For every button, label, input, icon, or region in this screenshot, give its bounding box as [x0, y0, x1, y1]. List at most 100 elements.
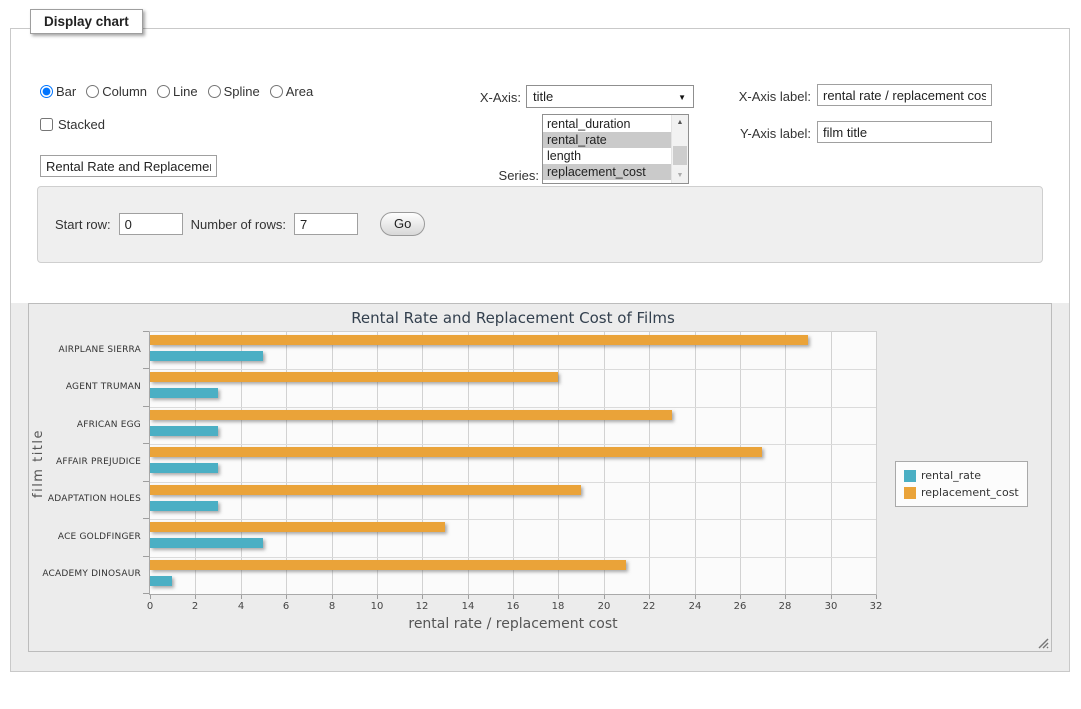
bar-replacement_cost — [150, 522, 445, 532]
category-label: ACE GOLDFINGER — [29, 532, 141, 542]
line-radio[interactable] — [157, 85, 170, 98]
stacked-option[interactable]: Stacked — [40, 117, 105, 132]
series-option-rental_rate[interactable]: rental_rate — [543, 132, 671, 148]
x-axis-tick-label: 8 — [319, 601, 345, 612]
gridline — [150, 407, 876, 408]
series-scrollbar[interactable]: ▲ ▼ — [671, 115, 688, 183]
x-axis-selected-value: title — [533, 89, 553, 104]
gridline — [150, 444, 876, 445]
x-axis-select[interactable]: title ▼ — [526, 85, 694, 108]
series-option-rental_duration[interactable]: rental_duration — [543, 116, 671, 132]
x-axis-tick — [876, 595, 877, 599]
resize-handle-icon[interactable] — [1036, 636, 1049, 649]
x-axis-tick — [604, 595, 605, 599]
x-axis-tick-label: 18 — [545, 601, 571, 612]
x-axis-tick — [241, 595, 242, 599]
y-axis-tick — [143, 331, 149, 332]
series-options: rental_durationrental_ratelengthreplacem… — [543, 116, 671, 180]
num-rows-label: Number of rows: — [191, 217, 286, 232]
y-axis-tick — [143, 481, 149, 482]
chart-type-option-area[interactable]: Area — [270, 84, 313, 99]
x-axis-tick — [150, 595, 151, 599]
start-row-label: Start row: — [55, 217, 111, 232]
radio-option-label: Spline — [224, 84, 260, 99]
chart-title-input[interactable] — [40, 155, 217, 177]
radio-option-label: Bar — [56, 84, 76, 99]
legend-swatch — [904, 470, 916, 482]
chart-type-option-spline[interactable]: Spline — [208, 84, 260, 99]
y-axis-tick — [143, 556, 149, 557]
chart-type-radios: Bar Column Line Spline Area — [40, 84, 313, 99]
stacked-checkbox[interactable] — [40, 118, 53, 131]
x-axis-tick — [649, 595, 650, 599]
scroll-up-icon[interactable]: ▲ — [672, 115, 688, 130]
x-axis-tick-label: 30 — [818, 601, 844, 612]
x-axis-tick-label: 32 — [863, 601, 889, 612]
chart-type-option-bar[interactable]: Bar — [40, 84, 76, 99]
start-row-input[interactable] — [119, 213, 183, 235]
x-axis-tick — [785, 595, 786, 599]
x-axis-tick — [695, 595, 696, 599]
series-option-replacement_cost[interactable]: replacement_cost — [543, 164, 671, 180]
num-rows-input[interactable] — [294, 213, 358, 235]
bar-replacement_cost — [150, 410, 672, 420]
category-label: ADAPTATION HOLES — [29, 494, 141, 504]
row-range-panel: Start row: Number of rows: Go — [37, 186, 1043, 263]
x-axis-tick-label: 12 — [409, 601, 435, 612]
display-chart-fieldset: Display chart BarColumnLineSplineArea St… — [10, 28, 1070, 672]
x-axis-tick-label: 6 — [273, 601, 299, 612]
plot-area — [149, 331, 877, 595]
legend-item-rental_rate[interactable]: rental_rate — [904, 467, 1019, 484]
chart-panel: Rental Rate and Replacement Cost of Film… — [11, 303, 1069, 671]
radio-option-label: Column — [102, 84, 147, 99]
scrollbar-thumb[interactable] — [673, 146, 687, 165]
x-axis-tick-label: 26 — [727, 601, 753, 612]
series-label: Series: — [439, 168, 539, 183]
y-axis-tick — [143, 406, 149, 407]
scroll-down-icon[interactable]: ▼ — [672, 168, 688, 183]
chart-type-option-line[interactable]: Line — [157, 84, 198, 99]
bar-rental_rate — [150, 463, 218, 473]
gridline — [649, 332, 650, 594]
x-axis-tick — [195, 595, 196, 599]
x-axis-tick-label: 0 — [137, 601, 163, 612]
bar-rental_rate — [150, 388, 218, 398]
gridline — [150, 519, 876, 520]
x-axis-tick-label: 14 — [455, 601, 481, 612]
category-label: AFFAIR PREJUDICE — [29, 457, 141, 467]
legend-item-replacement_cost[interactable]: replacement_cost — [904, 484, 1019, 501]
spline-radio[interactable] — [208, 85, 221, 98]
x-axis-tick — [468, 595, 469, 599]
series-option-length[interactable]: length — [543, 148, 671, 164]
x-axis-label-input[interactable] — [817, 84, 992, 106]
y-axis-tick — [143, 368, 149, 369]
chart-controls: BarColumnLineSplineArea Stacked X-Axis: … — [11, 29, 1069, 186]
series-listbox[interactable]: rental_durationrental_ratelengthreplacem… — [542, 114, 689, 184]
x-axis-label: X-Axis: — [451, 90, 521, 105]
area-radio[interactable] — [270, 85, 283, 98]
gridline — [150, 369, 876, 370]
bar-replacement_cost — [150, 335, 808, 345]
x-axis-tick — [558, 595, 559, 599]
x-axis-label-field-label: X-Axis label: — [724, 89, 811, 104]
radio-option-label: Line — [173, 84, 198, 99]
y-axis-tick — [143, 443, 149, 444]
gridline — [785, 332, 786, 594]
row-range-controls: Start row: Number of rows: Go — [55, 212, 425, 236]
bar-replacement_cost — [150, 485, 581, 495]
bar-radio[interactable] — [40, 85, 53, 98]
x-axis-tick — [332, 595, 333, 599]
gridline — [558, 332, 559, 594]
y-axis-label-field-label: Y-Axis label: — [724, 126, 811, 141]
category-label: AIRPLANE SIERRA — [29, 345, 141, 355]
category-label: AGENT TRUMAN — [29, 382, 141, 392]
y-axis-label-input[interactable] — [817, 121, 992, 143]
chart-type-option-column[interactable]: Column — [86, 84, 147, 99]
column-radio[interactable] — [86, 85, 99, 98]
go-button[interactable]: Go — [380, 212, 425, 236]
y-axis-tick — [143, 518, 149, 519]
bar-rental_rate — [150, 576, 172, 586]
x-axis-tick-label: 24 — [682, 601, 708, 612]
chart-legend: rental_ratereplacement_cost — [895, 461, 1028, 507]
gridline — [695, 332, 696, 594]
